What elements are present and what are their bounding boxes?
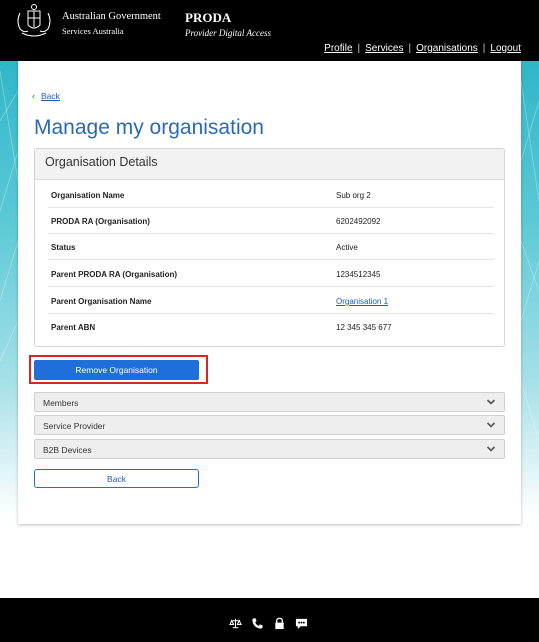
nav-organisations-link[interactable]: Organisations (416, 43, 478, 54)
chevron-down-icon (486, 422, 496, 428)
detail-key: Organisation Name (51, 191, 125, 200)
agency-name: Services Australia (62, 26, 124, 36)
nav-separator: | (408, 43, 412, 54)
nav-separator: | (357, 43, 361, 54)
main-card: ‹ Back Manage my organisation Organisati… (18, 61, 521, 524)
lock-icon[interactable] (273, 617, 286, 630)
back-link-label: Back (41, 91, 60, 101)
detail-row-proda-ra: PRODA RA (Organisation) 6202492092 (48, 208, 494, 234)
top-navigation: Profile | Services | Organisations | Log… (324, 43, 521, 54)
app-title: PRODA (185, 10, 232, 25)
header: Australian Government Services Australia… (0, 0, 539, 61)
detail-key: Status (51, 243, 76, 252)
detail-row-parent-abn: Parent ABN 12 345 345 677 (48, 314, 494, 340)
accordion-label: B2B Devices (43, 445, 92, 455)
detail-value: 6202492092 (336, 217, 381, 226)
nav-profile-link[interactable]: Profile (324, 43, 352, 54)
chevron-down-icon (486, 446, 496, 452)
back-link[interactable]: ‹ Back (32, 91, 60, 101)
footer-icon-group (229, 617, 308, 630)
parent-organisation-link[interactable]: Organisation 1 (336, 297, 388, 306)
detail-key: PRODA RA (Organisation) (51, 217, 150, 226)
accessibility-scales-icon[interactable] (229, 617, 242, 630)
detail-value: 1234512345 (336, 270, 381, 279)
footer (0, 598, 539, 642)
detail-row-organisation-name: Organisation Name Sub org 2 (48, 182, 494, 208)
phone-icon[interactable] (251, 617, 264, 630)
chat-icon[interactable] (295, 617, 308, 630)
nav-logout-link[interactable]: Logout (490, 43, 521, 54)
detail-value: 12 345 345 677 (336, 323, 392, 332)
accordion-b2b-devices[interactable]: B2B Devices (34, 439, 505, 459)
detail-value: Active (336, 243, 358, 252)
nav-separator: | (482, 43, 486, 54)
government-name: Australian Government (62, 11, 161, 22)
page-title: Manage my organisation (34, 116, 264, 139)
coat-of-arms-logo (17, 4, 51, 37)
chevron-left-icon: ‹ (32, 91, 35, 101)
detail-row-status: Status Active (48, 234, 494, 260)
details-heading: Organisation Details (35, 149, 504, 180)
detail-value: Sub org 2 (336, 191, 371, 200)
remove-organisation-button[interactable]: Remove Organisation (34, 360, 199, 380)
nav-services-link[interactable]: Services (365, 43, 403, 54)
detail-key: Parent ABN (51, 323, 96, 332)
accordion-members[interactable]: Members (34, 392, 505, 412)
accordion-label: Members (43, 398, 79, 408)
detail-row-parent-organisation-name: Parent Organisation Name Organisation 1 (48, 288, 494, 314)
detail-key: Parent PRODA RA (Organisation) (51, 270, 178, 279)
detail-row-parent-proda-ra: Parent PRODA RA (Organisation) 123451234… (48, 261, 494, 287)
back-button[interactable]: Back (34, 469, 199, 488)
app-subtitle: Provider Digital Access (185, 28, 271, 38)
chevron-down-icon (486, 399, 496, 405)
organisation-details-panel: Organisation Details Organisation Name S… (34, 148, 505, 347)
detail-key: Parent Organisation Name (51, 297, 152, 306)
accordion-label: Service Provider (43, 421, 106, 431)
accordion-service-provider[interactable]: Service Provider (34, 415, 505, 435)
